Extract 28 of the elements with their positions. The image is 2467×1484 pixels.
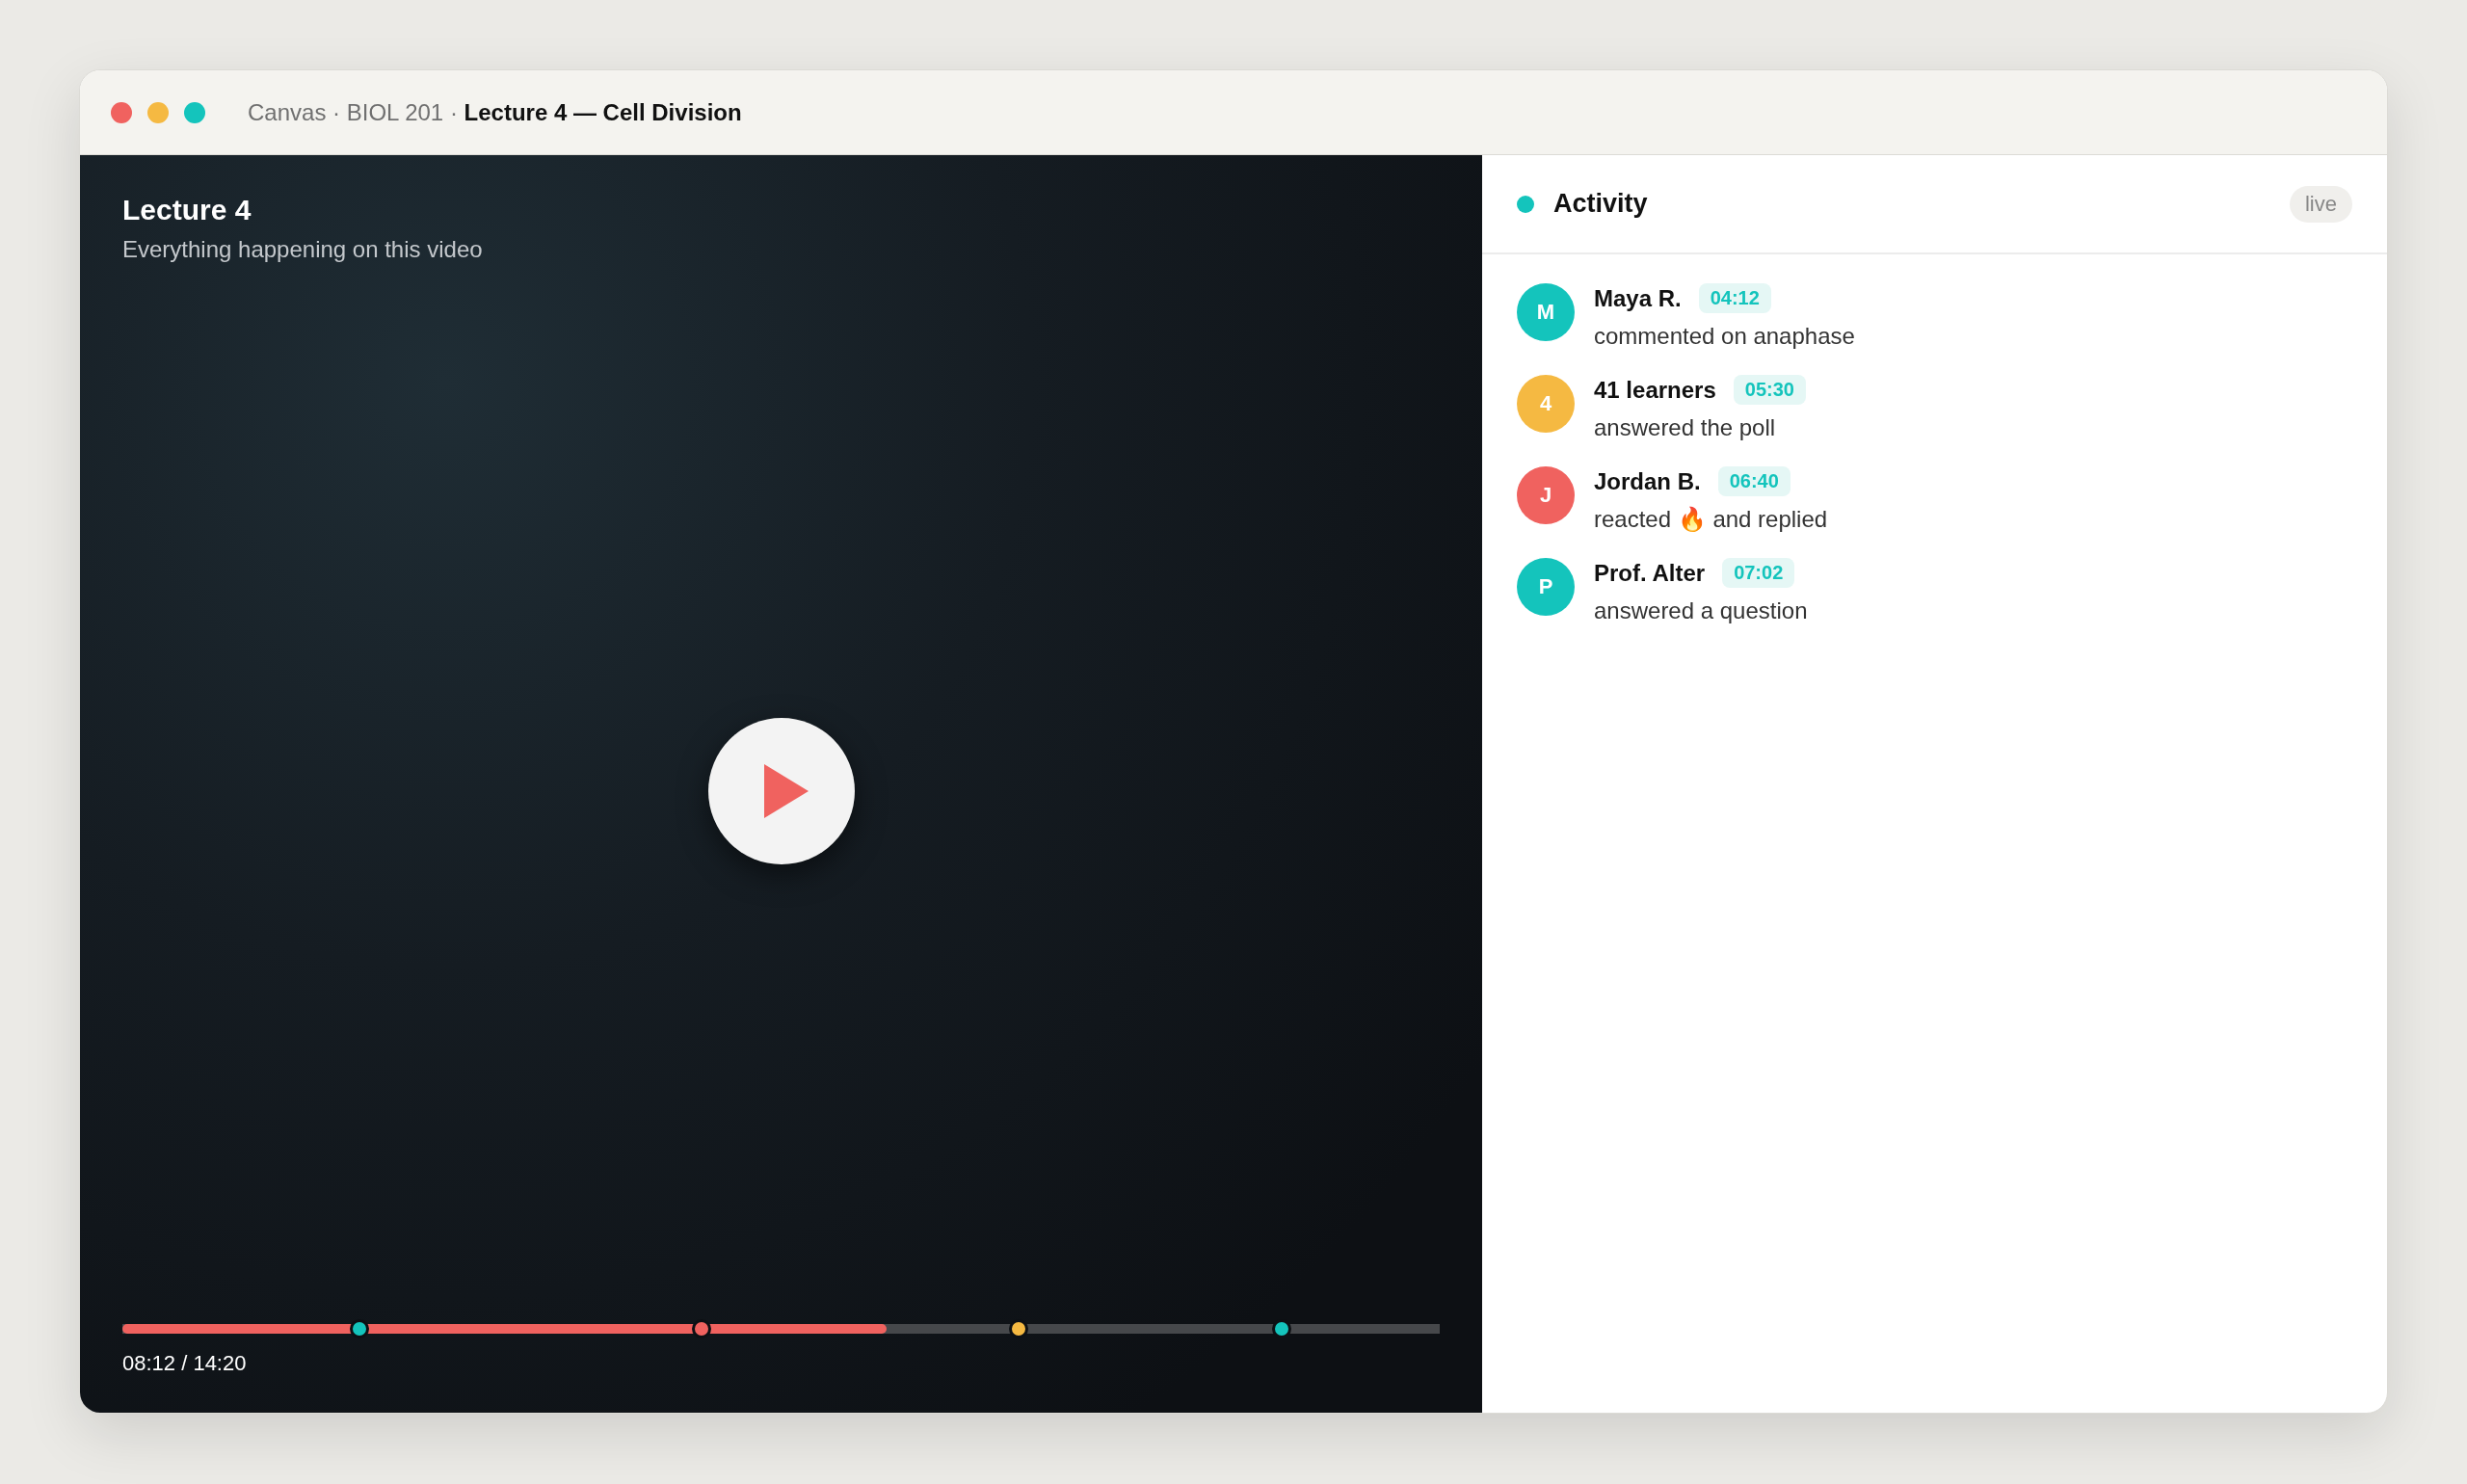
activity-text: commented on anaphase	[1594, 323, 1855, 350]
timestamp-tag[interactable]: 05:30	[1733, 375, 1806, 405]
avatar: J	[1517, 466, 1575, 524]
avatar: M	[1517, 283, 1575, 341]
time-display: 08:12 / 14:20	[122, 1351, 248, 1376]
timestamp-tag[interactable]: 04:12	[1698, 283, 1771, 313]
status-dot	[1517, 195, 1534, 213]
user-name: Jordan B.	[1594, 467, 1701, 495]
activity-text: reacted 🔥 and replied	[1594, 506, 1828, 533]
avatar: 4	[1517, 375, 1575, 433]
activity-text: answered the poll	[1594, 414, 1777, 441]
activity-text: answered a question	[1594, 597, 1808, 624]
window-title: Lecture 4 — Cell Division	[464, 98, 742, 126]
timestamp-tag[interactable]: 06:40	[1717, 466, 1791, 496]
timestamp-tag[interactable]: 07:02	[1722, 558, 1795, 588]
breadcrumb: Canvas · BIOL 201 ·	[248, 98, 459, 126]
user-name: Prof. Alter	[1594, 559, 1706, 587]
video-subtitle: Everything happening on this video	[122, 236, 484, 263]
panel-title: Activity	[1553, 189, 1649, 219]
user-name: 41 learners	[1594, 376, 1716, 404]
live-badge: live	[2290, 185, 2352, 223]
timeline-marker[interactable]	[350, 1319, 370, 1338]
user-name: Maya R.	[1594, 284, 1682, 312]
play-icon	[763, 764, 809, 818]
video-title: Lecture 4	[122, 194, 252, 226]
close-button[interactable]	[111, 101, 132, 123]
timeline-marker[interactable]	[692, 1319, 712, 1338]
avatar: P	[1517, 558, 1575, 616]
